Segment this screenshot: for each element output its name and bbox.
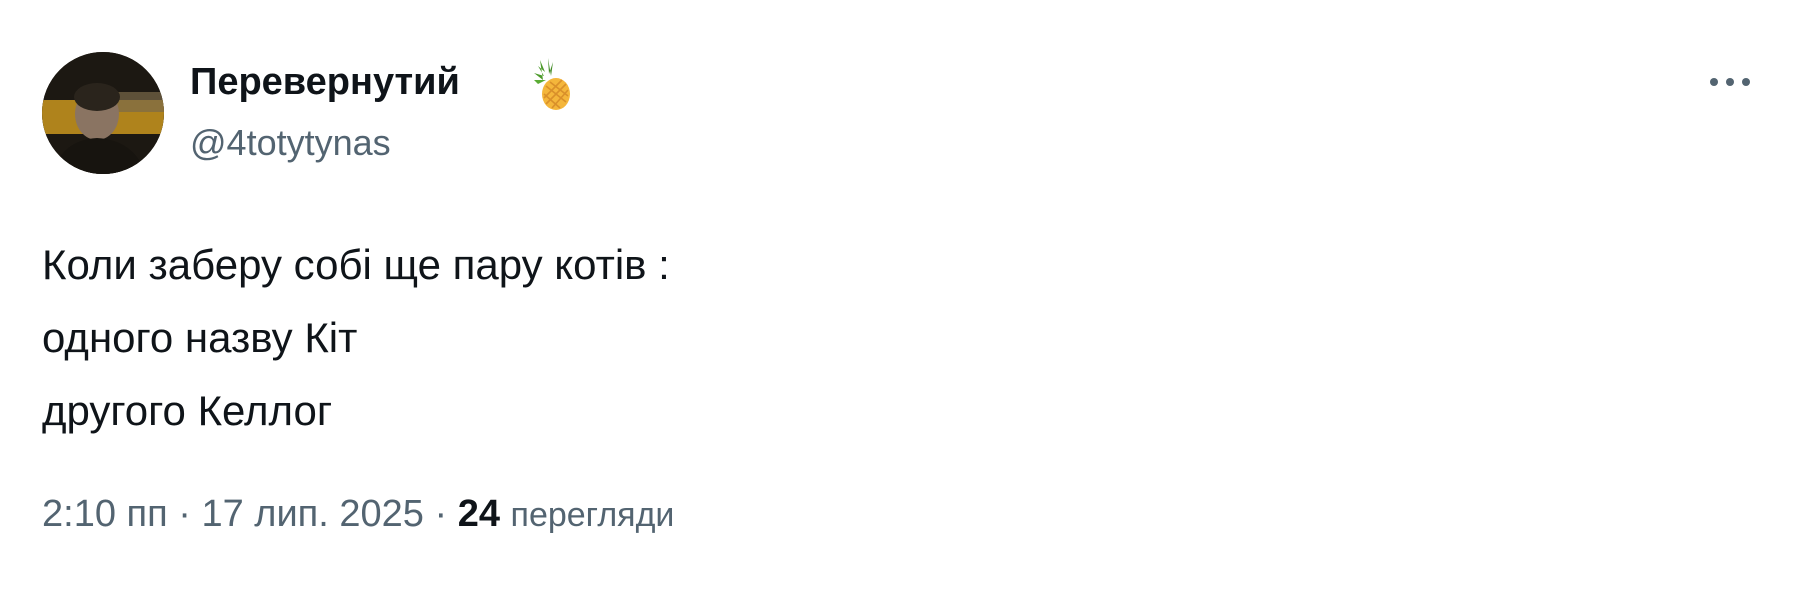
avatar-image — [42, 52, 164, 174]
meta-separator: · — [178, 493, 191, 535]
tweet-date[interactable]: 17 лип. 2025 — [201, 493, 423, 535]
tweet-text: Коли заберу собі ще пару котів : одного … — [42, 228, 670, 447]
tweet-text-line: одного назву Кіт — [42, 314, 358, 361]
tweet-meta: 2:10 пп · 17 лип. 2025 · 24 перегляди — [42, 490, 674, 539]
tweet-time[interactable]: 2:10 пп — [42, 493, 168, 535]
user-handle[interactable]: @4totytynas — [190, 120, 391, 166]
tweet-text-line: другого Келлог — [42, 387, 333, 434]
avatar[interactable] — [42, 52, 164, 174]
more-dots-icon — [1710, 78, 1750, 86]
tweet-text-line: Коли заберу собі ще пару котів : — [42, 241, 670, 288]
display-name[interactable]: Перевернутий — [190, 58, 460, 106]
views-label[interactable]: перегляди — [511, 496, 675, 534]
pineapple-icon — [534, 58, 570, 110]
more-options-button[interactable] — [1700, 60, 1760, 104]
views-count[interactable]: 24 — [458, 493, 500, 535]
meta-separator: · — [434, 493, 448, 535]
